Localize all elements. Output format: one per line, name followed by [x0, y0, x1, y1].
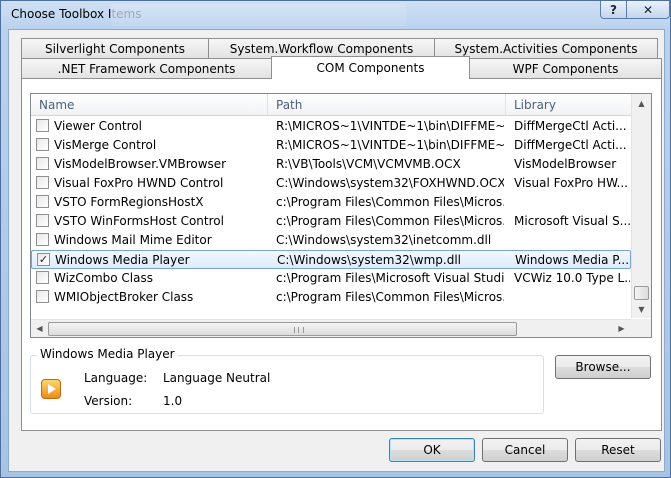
title-bar-blurred-region: [111, 4, 406, 26]
tab-system-activities-components[interactable]: System.Activities Components: [434, 38, 658, 58]
components-list[interactable]: Name Path Library Viewer Control R:\MICRO…: [30, 93, 652, 338]
item-checkbox[interactable]: [36, 233, 49, 246]
tab-label: WPF Components: [512, 61, 619, 76]
version-value: 1.0: [163, 394, 183, 408]
help-button[interactable]: ?: [600, 1, 627, 19]
dialog-window: Choose Toolbox Items ? ✕ Silverlight Com…: [0, 0, 671, 478]
item-path: c:\Program Files\Common Files\Micros...: [276, 290, 504, 304]
list-item[interactable]: ✓ Windows Media Player C:\Windows\system32…: [31, 250, 631, 269]
item-library: DiffMergeCtl Acti...: [514, 138, 627, 152]
item-checkbox[interactable]: [36, 176, 49, 189]
tab-net-framework-components[interactable]: .NET Framework Components: [21, 58, 272, 78]
scroll-down-arrow-icon[interactable]: ▼: [634, 302, 649, 317]
item-path: R:\MICROS~1\VINTDE~1\bin\DIFFME~1....: [276, 119, 504, 133]
horizontal-scrollbar[interactable]: ◀ ▶: [31, 319, 631, 337]
item-library: [514, 288, 630, 307]
item-path: C:\Windows\system32\FOXHWND.OCX: [276, 176, 504, 190]
item-checkbox[interactable]: [36, 214, 49, 227]
tab-silverlight-components[interactable]: Silverlight Components: [21, 38, 209, 58]
item-library: Visual FoxPro HW...: [514, 176, 628, 190]
close-icon: ✕: [642, 2, 654, 17]
item-path: C:\Windows\system32\wmp.dll: [277, 253, 461, 267]
tab-label: .NET Framework Components: [57, 61, 236, 76]
item-name: Windows Mail Mime Editor: [54, 233, 212, 247]
tab-system-workflow-components[interactable]: System.Workflow Components: [208, 38, 435, 58]
item-path: R:\VB\Tools\VCM\VCMVMB.OCX: [276, 157, 461, 171]
item-library: Windows Media P...: [515, 253, 630, 267]
list-item[interactable]: Windows Mail Mime Editor C:\Windows\syste…: [31, 231, 631, 250]
tab-label: System.Activities Components: [454, 41, 638, 56]
list-item[interactable]: Visual FoxPro HWND Control C:\Windows\sys…: [31, 174, 631, 193]
item-path: c:\Program Files\Common Files\Micros...: [276, 214, 504, 228]
list-item[interactable]: WizCombo Class c:\Program Files\Microsoft…: [31, 269, 631, 288]
item-library: DiffMergeCtl Acti...: [514, 119, 627, 133]
item-checkbox[interactable]: [36, 119, 49, 132]
browse-button[interactable]: Browse...: [555, 355, 651, 379]
item-checkbox[interactable]: [36, 290, 49, 303]
list-item[interactable]: VSTO FormRegionsHostX c:\Program Files\Co…: [31, 193, 631, 212]
vertical-scrollbar[interactable]: ▲ ▼: [631, 94, 651, 318]
list-rows: Viewer Control R:\MICROS~1\VINTDE~1\bin\D…: [31, 117, 631, 307]
item-name: VisMerge Control: [54, 138, 157, 152]
vertical-scroll-thumb[interactable]: [634, 286, 649, 300]
horizontal-scroll-thumb[interactable]: [48, 322, 517, 336]
item-name: VSTO FormRegionsHostX: [54, 195, 204, 209]
column-header-library[interactable]: Library: [506, 94, 631, 116]
item-name: Visual FoxPro HWND Control: [54, 176, 224, 190]
tab-label: Silverlight Components: [44, 41, 186, 56]
item-path: c:\Program Files\Microsoft Visual Studio…: [276, 271, 504, 285]
item-name: WMIObjectBroker Class: [54, 290, 194, 304]
scroll-left-arrow-icon[interactable]: ◀: [32, 321, 47, 336]
language-value: Language Neutral: [163, 371, 271, 385]
list-item[interactable]: Viewer Control R:\MICROS~1\VINTDE~1\bin\D…: [31, 117, 631, 136]
tab-label: COM Components: [316, 61, 425, 75]
item-checkbox[interactable]: [36, 138, 49, 151]
component-details-group: Windows Media Player Language: Language …: [30, 347, 544, 414]
version-label: Version:: [84, 394, 133, 408]
item-library: [514, 193, 630, 212]
ok-button[interactable]: OK: [389, 438, 475, 462]
item-path: c:\Program Files\Common Files\Micros...: [276, 195, 504, 209]
tab-com-components[interactable]: COM Components: [271, 56, 470, 79]
item-name: VisModelBrowser.VMBrowser: [54, 157, 227, 171]
item-checkbox[interactable]: [36, 157, 49, 170]
item-name: VSTO WinFormsHost Control: [54, 214, 224, 228]
scroll-up-arrow-icon[interactable]: ▲: [634, 96, 649, 111]
column-header-path[interactable]: Path: [268, 94, 506, 116]
list-header: Name Path Library: [31, 94, 631, 116]
item-checkbox[interactable]: [36, 271, 49, 284]
scroll-right-arrow-icon[interactable]: ▶: [614, 321, 629, 336]
close-button[interactable]: ✕: [626, 1, 670, 19]
tab-wpf-components[interactable]: WPF Components: [469, 58, 662, 78]
item-name: Viewer Control: [54, 119, 142, 133]
item-path: C:\Windows\system32\inetcomm.dll: [276, 233, 492, 247]
play-icon: [48, 384, 56, 394]
item-path: R:\MICROS~1\VINTDE~1\bin\DIFFME~1....: [276, 138, 504, 152]
reset-button[interactable]: Reset: [575, 438, 661, 462]
list-item[interactable]: VisMerge Control R:\MICROS~1\VINTDE~1\bin…: [31, 136, 631, 155]
item-checkbox[interactable]: [36, 195, 49, 208]
item-checkbox[interactable]: ✓: [37, 253, 50, 266]
list-item[interactable]: WMIObjectBroker Class c:\Program Files\Co…: [31, 288, 631, 307]
scrollbar-corner: [631, 319, 651, 337]
tab-label: System.Workflow Components: [229, 41, 414, 56]
item-library: Microsoft Visual S...: [514, 214, 630, 228]
title-bar: Choose Toolbox Items ? ✕: [1, 1, 670, 29]
list-item[interactable]: VSTO WinFormsHost Control c:\Program File…: [31, 212, 631, 231]
grip-icon: [294, 327, 304, 333]
cancel-button[interactable]: Cancel: [482, 438, 568, 462]
column-header-name[interactable]: Name: [31, 94, 268, 116]
language-label: Language:: [84, 371, 148, 385]
group-title: Windows Media Player: [37, 347, 178, 361]
item-name: Windows Media Player: [55, 253, 190, 267]
list-item[interactable]: VisModelBrowser.VMBrowser R:\VB\Tools\VCM…: [31, 155, 631, 174]
item-library: VCWiz 10.0 Type L...: [514, 271, 630, 285]
item-name: WizCombo Class: [54, 271, 153, 285]
item-library: [514, 231, 630, 250]
item-library: VisModelBrowser: [514, 157, 617, 171]
media-player-icon: [41, 379, 61, 399]
